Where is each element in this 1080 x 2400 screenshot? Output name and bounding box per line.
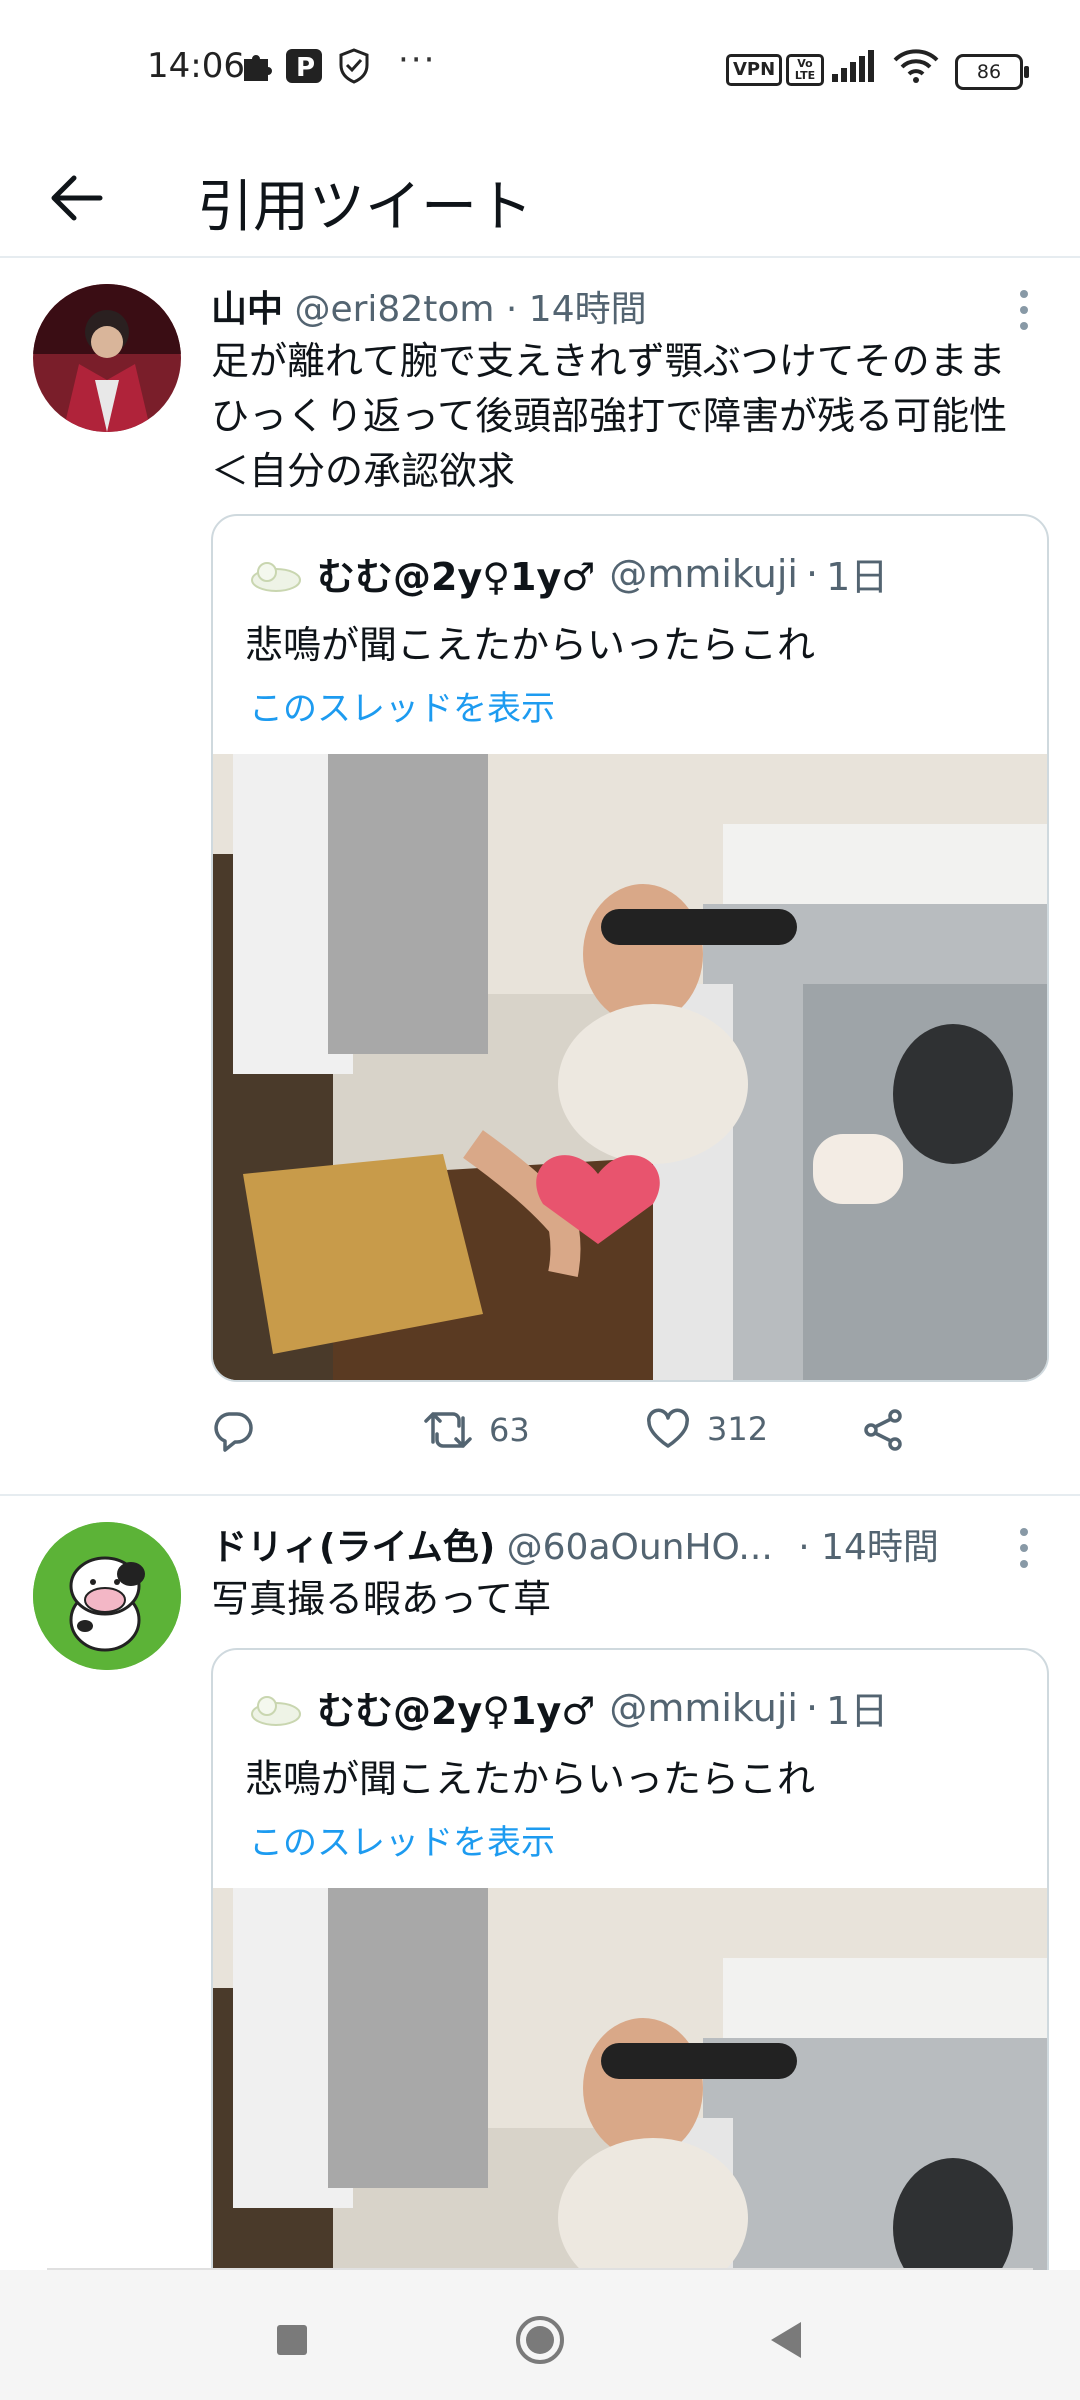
separator: · xyxy=(805,1685,819,1730)
system-nav-bar xyxy=(0,2270,1080,2400)
home-button[interactable] xyxy=(510,2310,570,2370)
quoted-avatar xyxy=(251,561,301,592)
quoted-tweet-card[interactable]: むむ@2y♀1y♂ @mmikuji · 1日 悲鳴が聞こえたからいったらこれ … xyxy=(211,1648,1049,2270)
quoted-tweet-meta: むむ@2y♀1y♂ @mmikuji · 1日 xyxy=(249,1680,888,1735)
recents-button[interactable] xyxy=(262,2310,322,2370)
user-handle: @eri82tom xyxy=(294,289,495,330)
back-button[interactable] xyxy=(44,166,114,230)
tweet-item[interactable]: ドリィ(ライム色) @60aOunHO... · 14時間 写真撮る暇あって草 … xyxy=(0,1496,1080,2270)
status-more-dots: ··· xyxy=(398,40,437,80)
pay-icon: P xyxy=(285,48,323,84)
quoted-tweet-photo[interactable] xyxy=(213,1888,1047,2270)
arrow-left-icon xyxy=(51,175,103,221)
like-button[interactable]: 312 xyxy=(645,1408,768,1450)
app-header: 引用ツイート xyxy=(0,140,1080,258)
quoted-user-name: むむ@2y♀1y♂ xyxy=(317,1689,596,1733)
avatar[interactable] xyxy=(33,1522,181,1670)
share-button[interactable] xyxy=(861,1408,921,1452)
separator: · xyxy=(798,1527,810,1568)
separator: · xyxy=(805,551,819,596)
tweet-text: 足が離れて腕で支えきれず顎ぶつけてそのままひっくり返って後頭部強打で障害が残る可… xyxy=(211,339,1008,493)
quoted-tweet-time: 1日 xyxy=(826,555,889,599)
retweet-button[interactable]: 63 xyxy=(423,1408,530,1452)
tweet-meta: ドリィ(ライム色) @60aOunHO... · 14時間 xyxy=(211,1518,939,1570)
tweet-time: 14時間 xyxy=(821,1527,939,1568)
user-name[interactable]: ドリィ(ライム色) xyxy=(211,1527,495,1568)
separator: · xyxy=(505,289,518,330)
more-options-icon[interactable] xyxy=(1010,286,1038,334)
system-back-button[interactable] xyxy=(756,2310,816,2370)
tweet-text: 写真撮る暇あって草 xyxy=(211,1577,552,1621)
tweet-actions: 63 312 xyxy=(211,1408,1041,1468)
quoted-user-handle: @mmikuji xyxy=(609,1685,798,1730)
quoted-tweet-time: 1日 xyxy=(826,1689,889,1733)
svg-text:P: P xyxy=(296,53,315,83)
reply-icon xyxy=(214,1412,253,1452)
quoted-tweet-text: 悲鳴が聞こえたからいったらこれ xyxy=(245,1757,816,1801)
user-handle: @60aOunHO... xyxy=(506,1527,773,1568)
tweet-item[interactable]: 山中 @eri82tom · 14時間 足が離れて腕で支えきれず顎ぶつけてそのま… xyxy=(0,258,1080,1496)
avatar[interactable] xyxy=(33,284,181,432)
share-icon xyxy=(864,1409,902,1451)
volte-badge: Vo LTE xyxy=(786,54,824,86)
recents-square-icon xyxy=(277,2325,307,2355)
tweet-meta: 山中 @eri82tom · 14時間 xyxy=(211,280,647,332)
show-thread-link[interactable]: このスレッドを表示 xyxy=(249,681,555,730)
quoted-tweet-text: 悲鳴が聞こえたからいったらこれ xyxy=(245,623,816,667)
vpn-badge: VPN xyxy=(726,54,783,86)
page-title: 引用ツイート xyxy=(197,175,533,240)
quoted-avatar xyxy=(251,1695,301,1726)
shield-check-icon xyxy=(335,48,373,84)
home-circle-icon xyxy=(516,2316,564,2364)
signal-icon xyxy=(832,48,880,84)
wifi-icon xyxy=(893,48,939,84)
battery-indicator: 86 xyxy=(955,54,1029,90)
like-count: 312 xyxy=(707,1410,769,1448)
user-name[interactable]: 山中 xyxy=(211,289,283,330)
quoted-tweet-photo[interactable] xyxy=(213,754,1047,1380)
puzzle-icon xyxy=(240,48,274,84)
quoted-tweet-card[interactable]: むむ@2y♀1y♂ @mmikuji · 1日 悲鳴が聞こえたからいったらこれ … xyxy=(211,514,1049,1382)
tweet-time: 14時間 xyxy=(528,289,647,330)
status-bar: 14:06 P ··· VPN Vo LTE 86 xyxy=(0,0,1080,140)
heart-icon xyxy=(647,1408,689,1448)
quoted-user-name: むむ@2y♀1y♂ xyxy=(317,555,596,599)
show-thread-link[interactable]: このスレッドを表示 xyxy=(249,1815,555,1864)
retweet-count: 63 xyxy=(489,1411,530,1449)
retweet-icon xyxy=(424,1412,472,1448)
more-options-icon[interactable] xyxy=(1010,1524,1038,1572)
back-triangle-icon xyxy=(771,2322,801,2358)
status-time: 14:06 xyxy=(147,46,245,86)
quoted-user-handle: @mmikuji xyxy=(609,551,798,596)
quoted-tweet-meta: むむ@2y♀1y♂ @mmikuji · 1日 xyxy=(249,546,888,601)
reply-button[interactable] xyxy=(211,1408,271,1452)
